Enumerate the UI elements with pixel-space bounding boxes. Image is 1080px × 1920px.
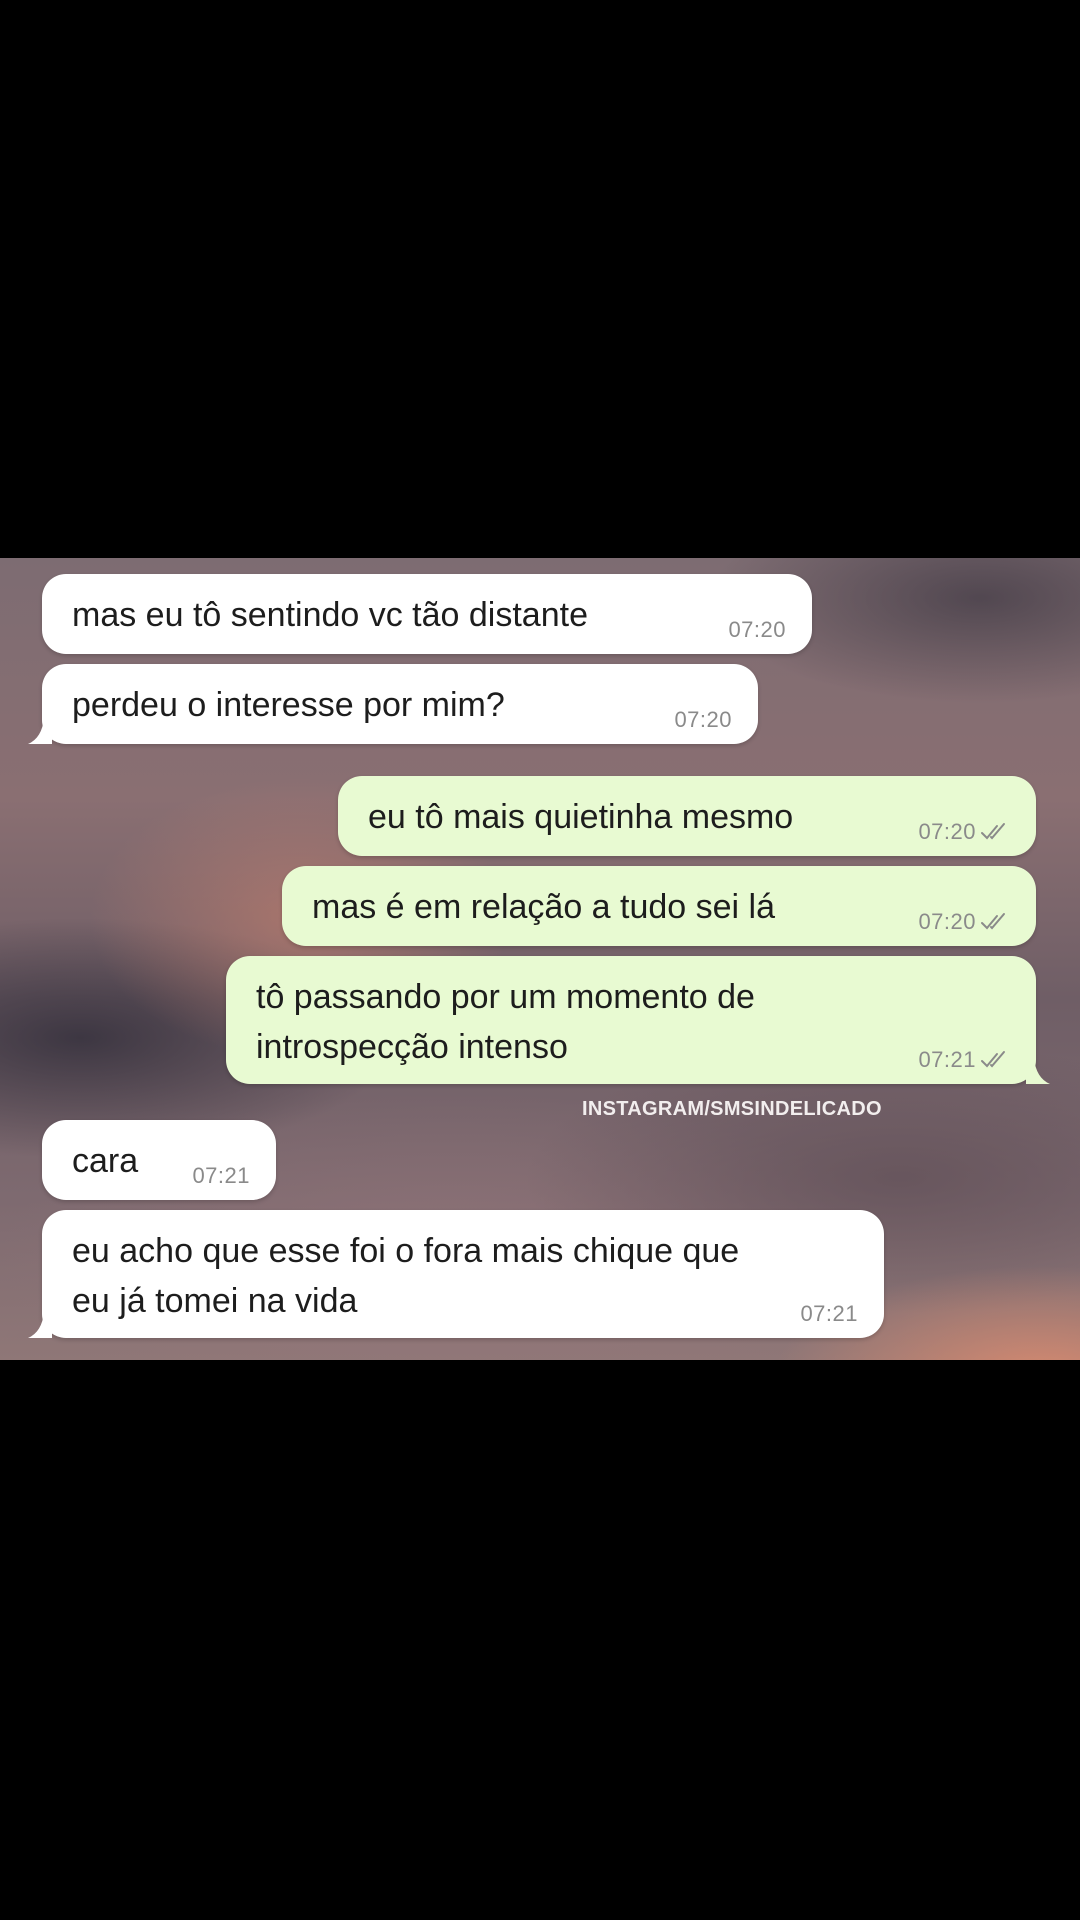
watermark: INSTAGRAM/SMSINDELICADO bbox=[582, 1098, 882, 1120]
message-text: tô passando por um momento de introspecç… bbox=[256, 978, 755, 1066]
bubble-tail-icon bbox=[28, 1312, 52, 1338]
message-time: 07:21 bbox=[192, 1162, 250, 1190]
message-text: mas é em relação a tudo sei lá bbox=[312, 888, 776, 926]
outgoing-message[interactable]: eu tô mais quietinha mesmo 07:20 bbox=[338, 776, 1036, 856]
message-time: 07:20 bbox=[918, 908, 1010, 936]
message-text: cara bbox=[72, 1142, 139, 1180]
message-time: 07:20 bbox=[918, 818, 1010, 846]
double-check-icon bbox=[981, 913, 1005, 930]
incoming-message[interactable]: eu acho que esse foi o fora mais chique … bbox=[28, 1210, 884, 1338]
message-time: 07:20 bbox=[674, 706, 732, 734]
incoming-message[interactable]: perdeu o interesse por mim? 07:20 bbox=[28, 664, 758, 744]
double-check-icon bbox=[981, 823, 1005, 840]
timestamp: 07:21 bbox=[192, 1163, 250, 1188]
double-check-icon bbox=[981, 1051, 1005, 1068]
chat-screenshot: mas eu tô sentindo vc tão distante 07:20… bbox=[0, 558, 1080, 1360]
timestamp: 07:20 bbox=[674, 707, 732, 732]
incoming-message[interactable]: cara 07:21 bbox=[42, 1120, 276, 1200]
bubble-tail-icon bbox=[1026, 1058, 1050, 1084]
timestamp: 07:20 bbox=[918, 909, 976, 934]
message-time: 07:20 bbox=[728, 616, 786, 644]
message-time: 07:21 bbox=[800, 1300, 858, 1328]
message-time: 07:21 bbox=[918, 1046, 1010, 1074]
outgoing-message[interactable]: mas é em relação a tudo sei lá 07:20 bbox=[282, 866, 1036, 946]
outgoing-message[interactable]: tô passando por um momento de introspecç… bbox=[226, 956, 1050, 1084]
timestamp: 07:20 bbox=[728, 617, 786, 642]
message-text: eu acho que esse foi o fora mais chique … bbox=[72, 1232, 740, 1320]
message-text: perdeu o interesse por mim? bbox=[72, 686, 505, 724]
timestamp: 07:20 bbox=[918, 819, 976, 844]
incoming-message[interactable]: mas eu tô sentindo vc tão distante 07:20 bbox=[42, 574, 812, 654]
bubble-tail-icon bbox=[28, 718, 52, 744]
timestamp: 07:21 bbox=[800, 1301, 858, 1326]
timestamp: 07:21 bbox=[918, 1047, 976, 1072]
message-text: mas eu tô sentindo vc tão distante bbox=[72, 596, 588, 634]
screen: mas eu tô sentindo vc tão distante 07:20… bbox=[0, 0, 1080, 1920]
message-text: eu tô mais quietinha mesmo bbox=[368, 798, 794, 836]
